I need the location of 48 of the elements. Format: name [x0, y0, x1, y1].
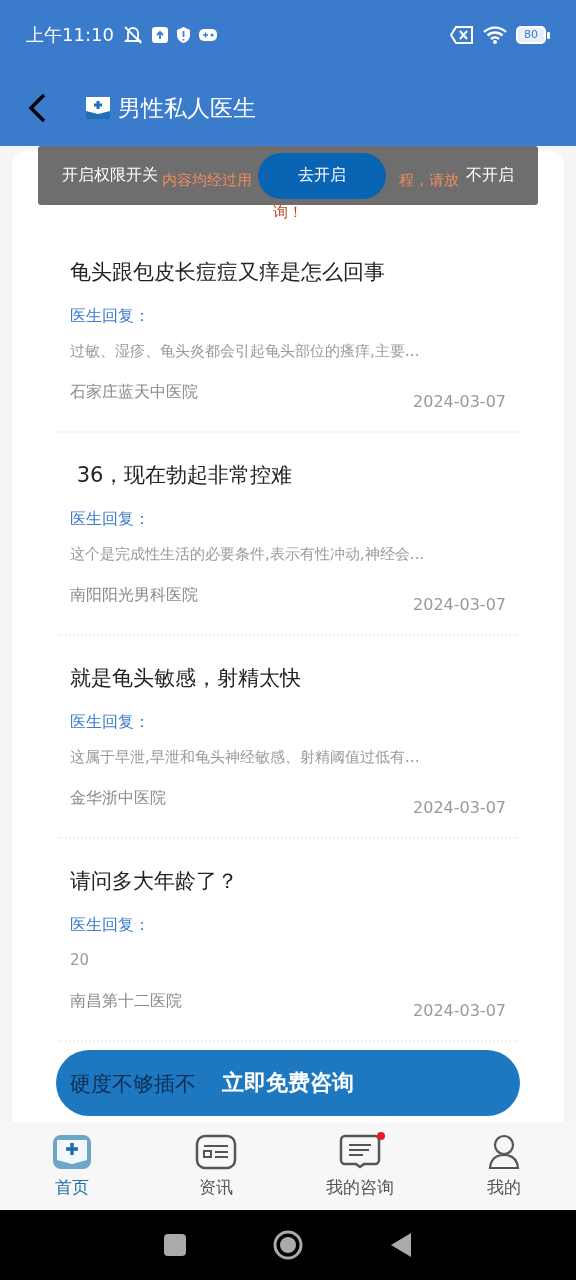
decline-button[interactable]: 不开启 — [466, 165, 514, 186]
reply-text: 这属于早泄,早泄和龟头神经敏感、射精阈值过低有… — [70, 747, 421, 767]
reply-date: 2024-03-07 — [413, 594, 506, 616]
reply-label: 医生回复： — [70, 712, 151, 732]
upload-icon — [151, 27, 168, 43]
reply-label: 医生回复： — [70, 915, 151, 935]
tab-item[interactable]: 我的咨询 — [288, 1122, 432, 1210]
hospital-name: 石家庄蓝天中医院 — [70, 381, 198, 403]
recents-icon[interactable] — [163, 1234, 186, 1256]
home-icon[interactable] — [273, 1230, 303, 1260]
tab-item[interactable]: 首页 — [0, 1122, 144, 1210]
tab-item[interactable]: 我的 — [432, 1122, 576, 1210]
message-icon — [339, 1133, 381, 1170]
bell-off-icon — [121, 25, 144, 45]
battery-indicator: 80 — [516, 26, 550, 44]
medical-kit-icon — [52, 1133, 92, 1170]
question-title[interactable]: 龟头跟包皮长痘痘又痒是怎么回事 — [70, 256, 385, 288]
reply-text: 20 — [70, 950, 91, 970]
notice-text: 询！ — [272, 203, 304, 222]
toast-message: 开启权限开关 — [62, 165, 158, 186]
reply-date: 2024-03-07 — [413, 391, 506, 413]
reply-label: 医生回复： — [70, 306, 151, 326]
app-title: 男性私人医生 — [118, 93, 256, 123]
news-icon — [195, 1133, 237, 1170]
reply-text: 这个是完成性生活的必要条件,表示有性冲动,神经会… — [70, 544, 426, 564]
back-icon[interactable] — [28, 93, 46, 123]
hospital-name: 南阳阳光男科医院 — [70, 584, 198, 606]
gamepad-icon — [198, 28, 217, 42]
question-title[interactable]: 36，现在勃起非常控难 — [70, 459, 293, 491]
medical-kit-icon — [86, 97, 110, 119]
reply-date: 2024-03-07 — [413, 797, 506, 819]
tab-item[interactable]: 资讯 — [144, 1122, 288, 1210]
status-time: 上午11:10 — [26, 23, 114, 47]
shield-icon — [175, 26, 191, 44]
reply-label: 医生回复： — [70, 509, 151, 529]
notice-text: 程，请放 — [399, 171, 459, 190]
reply-text: 过敏、湿疹、龟头炎都会引起龟头部位的瘙痒,主要… — [70, 341, 421, 361]
question-title[interactable]: 就是龟头敏感，射精太快 — [70, 662, 301, 694]
person-icon — [488, 1133, 520, 1170]
wifi-icon — [482, 25, 508, 45]
notice-text: 内容均经过用 — [162, 171, 252, 190]
reply-date: 2024-03-07 — [413, 1000, 506, 1022]
enable-button[interactable]: 去开启 — [258, 152, 386, 199]
question-title[interactable]: 请问多大年龄了？ — [70, 865, 238, 897]
back-icon[interactable] — [390, 1232, 413, 1258]
hospital-name: 金华浙中医院 — [70, 787, 166, 809]
hospital-name: 南昌第十二医院 — [70, 990, 182, 1012]
sim-off-icon — [450, 26, 474, 44]
